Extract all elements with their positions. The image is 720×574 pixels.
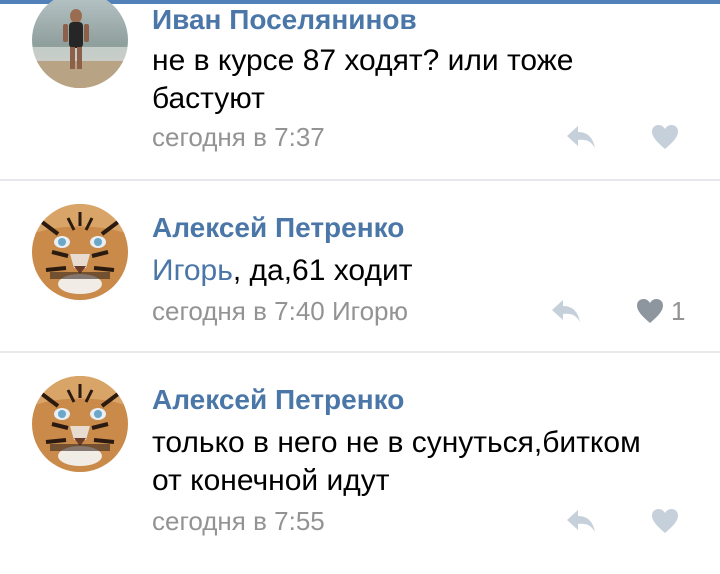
comment-text: Игорь, да,61 ходит — [152, 252, 672, 290]
reply-icon[interactable] — [566, 508, 596, 539]
avatar[interactable] — [32, 376, 128, 472]
like-heart-icon[interactable] — [651, 508, 679, 539]
like-count: 1 — [671, 296, 686, 326]
comment-timestamp: сегодня в 7:37 — [152, 122, 325, 152]
comment-author[interactable]: Иван Поселянинов — [152, 4, 417, 36]
like-heart-icon[interactable] — [636, 298, 664, 329]
comment-item: Алексей Петренко Игорь, да,61 ходит сего… — [0, 180, 720, 352]
comment-text: только в него не в сунуться,битком от ко… — [152, 426, 641, 497]
comment-author[interactable]: Алексей Петренко — [152, 212, 404, 244]
reply-icon[interactable] — [551, 298, 581, 329]
comment-meta: сегодня в 7:40 Игорю — [152, 296, 408, 327]
comment-text: не в курсе 87 ходят? или тоже бастуют — [152, 44, 574, 115]
mention-link[interactable]: Игорь — [152, 254, 233, 287]
comment-author[interactable]: Алексей Петренко — [152, 384, 404, 416]
like-heart-icon[interactable] — [651, 124, 679, 155]
avatar[interactable] — [32, 0, 128, 88]
comment-item: Иван Поселянинов не в курсе 87 ходят? ил… — [0, 0, 720, 180]
comment-item: Алексей Петренко только в него не в суну… — [0, 352, 720, 574]
reply-icon[interactable] — [566, 124, 596, 155]
comment-timestamp: сегодня в 7:40 — [152, 296, 325, 326]
comment-timestamp: сегодня в 7:55 — [152, 506, 325, 536]
reply-to-link[interactable]: Игорю — [332, 296, 408, 326]
comment-text-body: , да,61 ходит — [232, 254, 413, 287]
avatar[interactable] — [32, 204, 128, 300]
